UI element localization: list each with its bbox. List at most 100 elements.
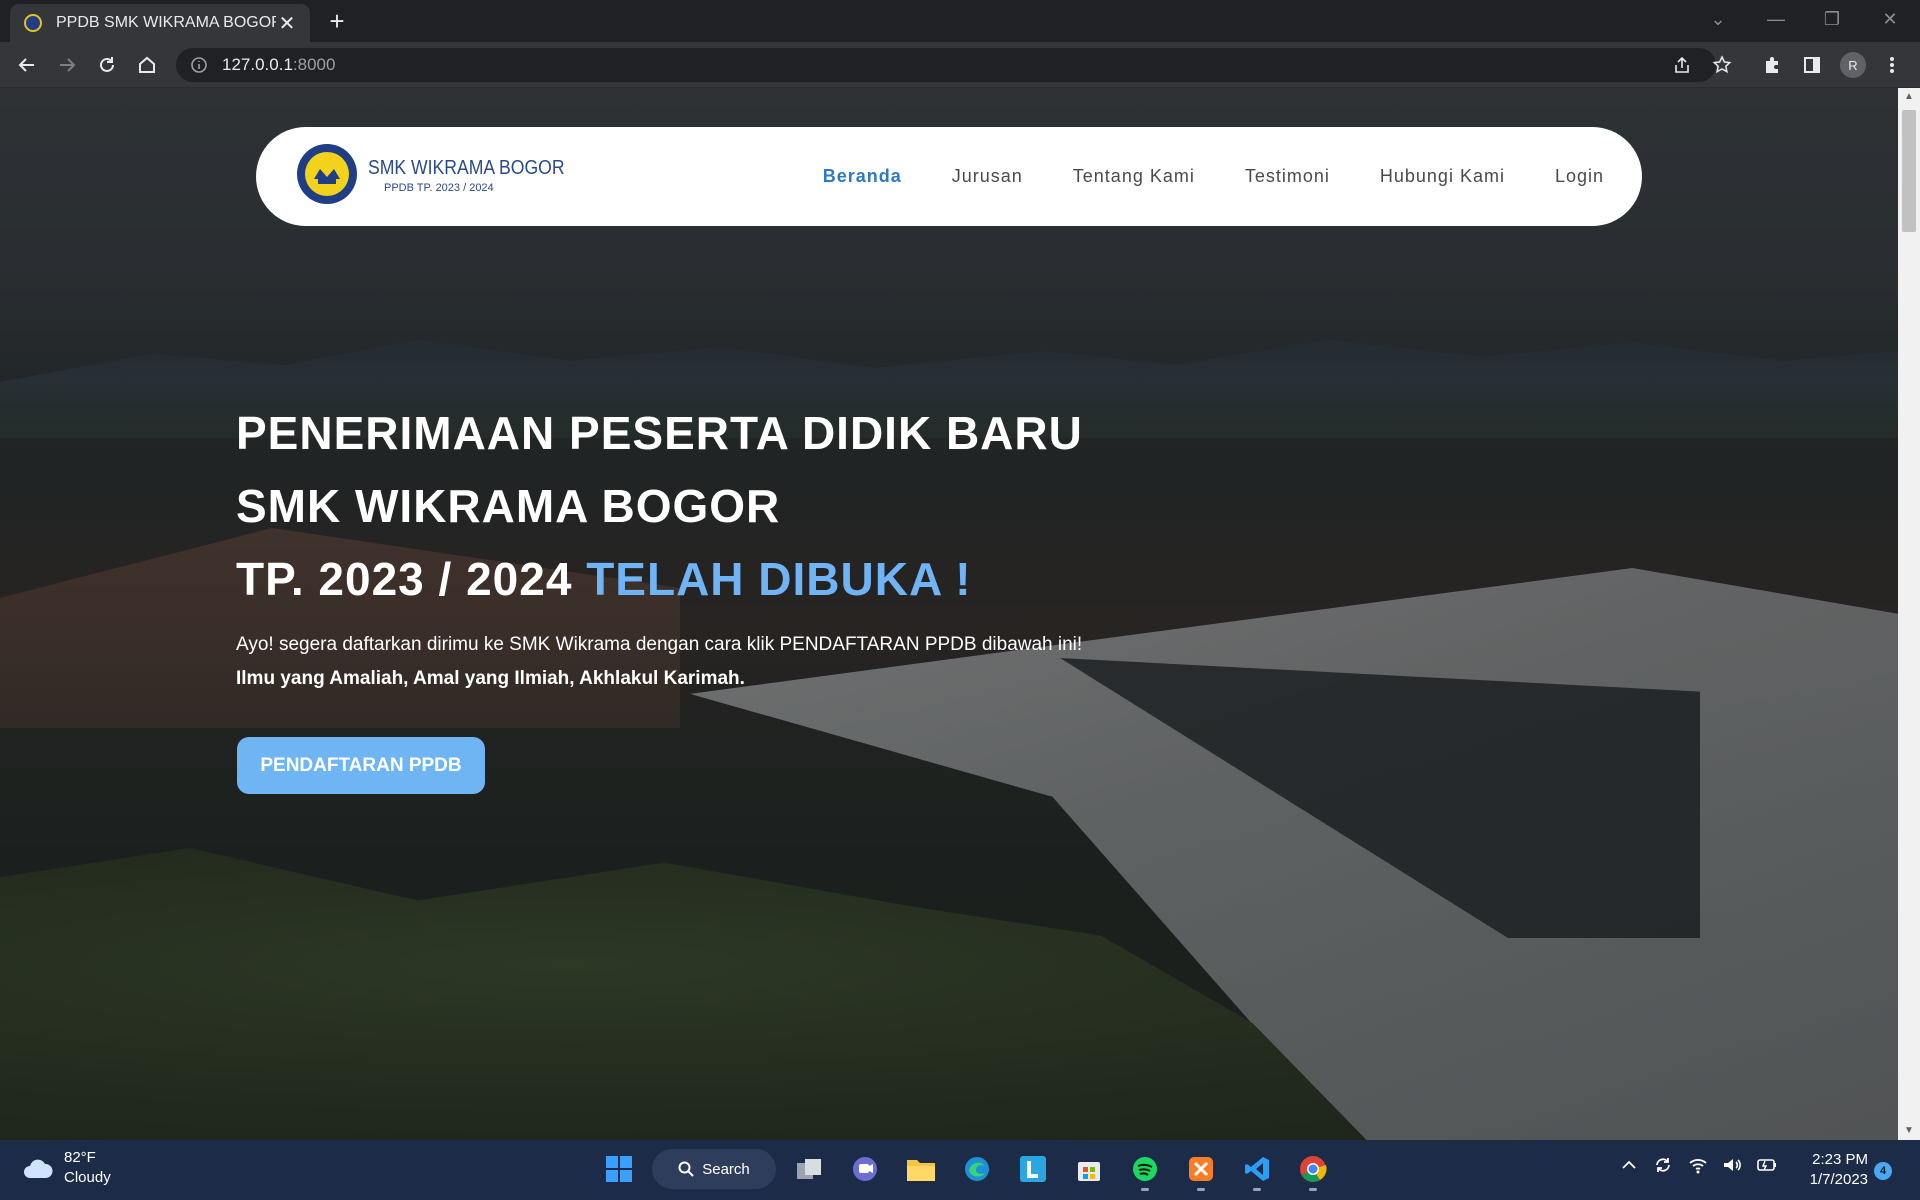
battery-icon[interactable] <box>1756 1157 1778 1173</box>
side-panel-button[interactable] <box>1796 49 1828 81</box>
edge-icon <box>965 1157 989 1181</box>
weather-condition: Cloudy <box>64 1169 111 1186</box>
register-ppdb-button[interactable]: PENDAFTARAN PPDB <box>237 737 485 794</box>
hero-heading-line2: SMK WIKRAMA BOGOR <box>236 480 781 532</box>
hero-heading-line1: PENERIMAAN PESERTA DIDIK BARU <box>236 407 1083 459</box>
nav-testimoni[interactable]: Testimoni <box>1245 166 1330 187</box>
page-viewport: SMK WIKRAMA BOGOR PPDB TP. 2023 / 2024 B… <box>0 88 1898 1140</box>
file-explorer-button[interactable] <box>898 1146 944 1192</box>
chrome-icon <box>1300 1156 1327 1182</box>
weather-widget[interactable]: 82°F Cloudy <box>22 1148 111 1188</box>
chat-icon <box>853 1157 877 1181</box>
running-indicator <box>1253 1188 1261 1191</box>
nav-login[interactable]: Login <box>1555 166 1604 187</box>
brand-name[interactable]: SMK WIKRAMA BOGOR <box>368 157 565 180</box>
volume-icon[interactable] <box>1722 1156 1742 1174</box>
site-info-icon[interactable] <box>190 56 208 74</box>
back-arrow-icon <box>18 58 34 72</box>
wifi-icon[interactable] <box>1688 1156 1708 1174</box>
browser-toolbar: 127.0.0.1:8000 R <box>0 42 1920 88</box>
tab-search-chevron-icon[interactable]: ⌄ <box>1690 0 1746 38</box>
url-text: 127.0.0.1:8000 <box>222 55 335 75</box>
nav-jurusan[interactable]: Jurusan <box>952 166 1023 187</box>
letter-l-app-icon <box>1020 1156 1046 1182</box>
sync-icon[interactable] <box>1652 1154 1674 1176</box>
forward-arrow-icon <box>60 58 76 72</box>
site-favicon-icon <box>24 14 42 32</box>
tab-title: PPDB SMK WIKRAMA BOGOR <box>56 14 276 31</box>
app-l-button[interactable] <box>1010 1146 1056 1192</box>
search-icon <box>678 1161 694 1177</box>
nav-tentang-kami[interactable]: Tentang Kami <box>1073 166 1195 187</box>
hero-paragraph: Ayo! segera daftarkan dirimu ke SMK Wikr… <box>236 634 1083 655</box>
site-navbar: SMK WIKRAMA BOGOR PPDB TP. 2023 / 2024 B… <box>256 127 1642 226</box>
kebab-menu-icon <box>1890 57 1894 73</box>
back-button[interactable] <box>11 49 43 81</box>
browser-tab-bar: PPDB SMK WIKRAMA BOGOR ✕ + ⌄ — ❐ ✕ <box>0 0 1920 42</box>
browser-tab[interactable]: PPDB SMK WIKRAMA BOGOR ✕ <box>10 4 310 42</box>
windows-logo-icon <box>606 1156 632 1182</box>
taskbar-search-label: Search <box>702 1160 750 1178</box>
nav-links: Beranda Jurusan Tentang Kami Testimoni H… <box>823 127 1604 226</box>
home-button[interactable] <box>131 49 163 81</box>
running-indicator <box>1141 1188 1149 1191</box>
hero-overlay <box>0 88 1898 1140</box>
spotify-button[interactable] <box>1122 1146 1168 1192</box>
task-view-button[interactable] <box>786 1146 832 1192</box>
scroll-down-arrow-icon[interactable]: ▼ <box>1898 1122 1920 1140</box>
nav-beranda[interactable]: Beranda <box>823 166 902 187</box>
system-tray <box>1620 1154 1778 1176</box>
weather-temperature: 82°F <box>64 1149 96 1166</box>
reload-button[interactable] <box>91 49 123 81</box>
windows-taskbar: 82°F Cloudy Search 2:23 PM 1/7/2023 4 <box>0 1140 1920 1200</box>
chevron-up-icon[interactable] <box>1620 1156 1638 1174</box>
brand-subtitle: PPDB TP. 2023 / 2024 <box>384 182 494 194</box>
browser-menu-button[interactable] <box>1876 49 1908 81</box>
start-button[interactable] <box>596 1146 642 1192</box>
clock-time: 2:23 PM <box>1812 1151 1868 1168</box>
hero-motto: Ilmu yang Amaliah, Amal yang Ilmiah, Akh… <box>236 668 745 689</box>
home-icon <box>139 56 155 73</box>
close-window-button[interactable]: ✕ <box>1862 0 1918 38</box>
hero-year: TP. 2023 / 2024 <box>236 553 587 605</box>
url-host: 127.0.0.1 <box>222 55 293 74</box>
hero-open-highlight: TELAH DIBUKA ! <box>586 553 972 605</box>
minimize-button[interactable]: — <box>1748 0 1804 38</box>
scroll-up-arrow-icon[interactable]: ▲ <box>1898 88 1920 106</box>
school-logo-icon[interactable] <box>296 143 358 205</box>
close-tab-icon[interactable]: ✕ <box>276 11 298 36</box>
scrollbar-thumb[interactable] <box>1902 110 1916 232</box>
store-button[interactable] <box>1066 1146 1112 1192</box>
bookmark-button[interactable] <box>1706 49 1738 81</box>
vscode-icon <box>1245 1157 1269 1181</box>
edge-button[interactable] <box>954 1146 1000 1192</box>
task-view-icon <box>797 1159 821 1179</box>
xampp-icon <box>1189 1157 1213 1181</box>
cloud-icon <box>24 1159 53 1178</box>
spotify-icon <box>1133 1157 1157 1181</box>
nav-hubungi-kami[interactable]: Hubungi Kami <box>1380 166 1505 187</box>
restore-button[interactable]: ❐ <box>1804 0 1860 38</box>
url-port: :8000 <box>292 55 336 74</box>
teams-chat-button[interactable] <box>842 1146 888 1192</box>
puzzle-icon <box>1766 57 1778 73</box>
notification-badge[interactable]: 4 <box>1874 1162 1892 1180</box>
new-tab-button[interactable]: + <box>322 6 352 36</box>
side-panel-icon <box>1804 57 1820 73</box>
share-button[interactable] <box>1666 49 1698 81</box>
vscode-button[interactable] <box>1234 1146 1280 1192</box>
hero-heading-line3: TP. 2023 / 2024 TELAH DIBUKA ! <box>236 552 972 606</box>
profile-avatar[interactable]: R <box>1840 52 1866 78</box>
extensions-button[interactable] <box>1756 49 1788 81</box>
taskbar-search[interactable]: Search <box>652 1149 776 1189</box>
store-icon <box>1078 1162 1100 1181</box>
taskbar-clock[interactable]: 2:23 PM 1/7/2023 <box>1800 1150 1868 1190</box>
reload-icon <box>100 57 114 72</box>
page-scrollbar[interactable]: ▲ ▼ <box>1898 88 1920 1140</box>
folder-icon <box>907 1160 935 1181</box>
address-bar[interactable]: 127.0.0.1:8000 <box>176 48 1716 82</box>
forward-button[interactable] <box>51 49 83 81</box>
chrome-button[interactable] <box>1290 1146 1336 1192</box>
xampp-button[interactable] <box>1178 1146 1224 1192</box>
star-icon <box>1712 55 1732 74</box>
